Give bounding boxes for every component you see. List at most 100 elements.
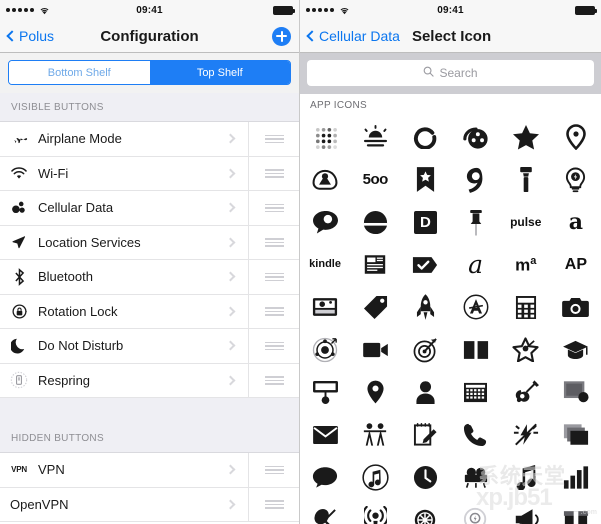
list-item[interactable]: Airplane Mode [0, 121, 299, 157]
dot-grid-icon[interactable] [300, 116, 350, 159]
list-item[interactable]: OpenVPN [0, 487, 299, 522]
speech-pin-icon[interactable] [300, 201, 350, 244]
spinner-arc-icon[interactable] [400, 116, 450, 159]
gear-sun-icon[interactable] [400, 499, 450, 524]
map-pin-outline-icon[interactable] [551, 116, 601, 159]
polaroid-camera-icon[interactable] [300, 286, 350, 329]
music-note-icon[interactable] [501, 456, 551, 499]
segment-top-shelf[interactable]: Top Shelf [149, 61, 290, 84]
back-button[interactable]: Cellular Data [306, 28, 400, 44]
chevron-right-icon [225, 375, 236, 386]
rocket-icon[interactable] [400, 286, 450, 329]
megaphone-icon[interactable] [501, 499, 551, 524]
list-item[interactable]: Bluetooth [0, 259, 299, 295]
music-circle-icon[interactable] [350, 456, 400, 499]
chevron-right-icon [225, 306, 236, 317]
kindle-icon[interactable]: kindle [300, 244, 350, 287]
star-icon[interactable] [501, 116, 551, 159]
pulse-icon[interactable]: pulse [501, 201, 551, 244]
letter-a-script-icon[interactable]: a [451, 244, 501, 287]
list-item[interactable]: Respring [0, 363, 299, 398]
apple-mountain-icon[interactable] [300, 159, 350, 202]
500px-icon[interactable]: 5oo [350, 159, 400, 202]
speech-bubble-icon[interactable] [300, 456, 350, 499]
add-button[interactable] [272, 26, 291, 46]
letter-d-icon[interactable]: D [400, 201, 450, 244]
search-input[interactable]: Search [307, 60, 594, 86]
newspaper-icon[interactable] [350, 244, 400, 287]
sunset-icon[interactable] [350, 116, 400, 159]
camera-icon[interactable] [551, 286, 601, 329]
chevron-right-icon [225, 499, 236, 510]
shelf-segmented-control[interactable]: Bottom Shelf Top Shelf [8, 60, 291, 85]
reorder-handle[interactable] [249, 465, 299, 474]
segment-bottom-shelf[interactable]: Bottom Shelf [9, 61, 150, 84]
notepad-pencil-icon[interactable] [400, 414, 450, 457]
lightning-slash-icon[interactable] [501, 414, 551, 457]
nine-swirl-icon[interactable] [451, 159, 501, 202]
reorder-handle[interactable] [249, 272, 299, 281]
atom-icon[interactable] [300, 329, 350, 372]
reorder-handle[interactable] [249, 203, 299, 212]
sketch-star-icon[interactable] [501, 329, 551, 372]
film-reel-icon[interactable] [451, 116, 501, 159]
phone-handset-icon[interactable] [451, 414, 501, 457]
open-book-icon[interactable] [451, 329, 501, 372]
stacked-photos-icon[interactable] [551, 414, 601, 457]
search-bulb-icon[interactable] [451, 499, 501, 524]
back-button[interactable]: Polus [6, 28, 54, 44]
bulb-location-icon[interactable] [551, 159, 601, 202]
list-item[interactable]: Location Services [0, 225, 299, 260]
calendar-icon[interactable] [451, 371, 501, 414]
guitar-icon[interactable] [501, 371, 551, 414]
reorder-handle[interactable] [249, 341, 299, 350]
list-item[interactable]: Cellular Data [0, 190, 299, 226]
target-arrow-icon[interactable] [400, 329, 450, 372]
chevron-right-icon [225, 202, 236, 213]
reorder-handle[interactable] [249, 238, 299, 247]
reorder-handle[interactable] [249, 134, 299, 143]
clock-circle-icon[interactable] [400, 456, 450, 499]
movie-projector-icon[interactable] [451, 456, 501, 499]
ap-icon[interactable]: AP [551, 244, 601, 287]
pushpin-icon[interactable] [451, 201, 501, 244]
bookmark-star-icon[interactable] [400, 159, 450, 202]
box-icon[interactable] [551, 499, 601, 524]
graduation-cap-icon[interactable] [551, 329, 601, 372]
badminton-icon[interactable] [300, 499, 350, 524]
status-time: 09:41 [136, 4, 163, 16]
reorder-handle[interactable] [249, 500, 299, 509]
helmet-icon[interactable] [350, 201, 400, 244]
segmented-control-wrap: Bottom Shelf Top Shelf [0, 53, 299, 93]
ma-icon[interactable]: ma [501, 244, 551, 287]
chevron-right-icon [225, 340, 236, 351]
chevron-right-icon [225, 464, 236, 475]
bar-chart-icon[interactable] [551, 456, 601, 499]
photo-frame-icon[interactable] [551, 371, 601, 414]
right-screen: 09:41 Cellular Data Select Icon Search A… [300, 0, 601, 524]
list-item[interactable]: Do Not Disturb [0, 328, 299, 364]
list-item[interactable]: Rotation Lock [0, 294, 299, 329]
section-header-hidden-buttons: HIDDEN BUTTONS [0, 424, 299, 453]
app-icon-grid: 5oo D pulse a kindle a ma AP [300, 116, 601, 524]
list-item[interactable]: Wi-Fi [0, 156, 299, 191]
reorder-handle[interactable] [249, 307, 299, 316]
app-store-icon[interactable] [451, 286, 501, 329]
person-icon[interactable] [400, 371, 450, 414]
amazon-icon[interactable]: a [551, 201, 601, 244]
back-button-label: Cellular Data [319, 28, 400, 44]
check-tag-icon[interactable] [400, 244, 450, 287]
presentation-icon[interactable] [300, 371, 350, 414]
map-pin-filled-icon[interactable] [350, 371, 400, 414]
price-tag-icon[interactable] [350, 286, 400, 329]
two-people-icon[interactable] [350, 414, 400, 457]
video-camera-icon[interactable] [350, 329, 400, 372]
reorder-handle[interactable] [249, 376, 299, 385]
list-item[interactable]: VPN VPN [0, 452, 299, 488]
reorder-handle[interactable] [249, 169, 299, 178]
calculator-icon[interactable] [501, 286, 551, 329]
envelope-icon[interactable] [300, 414, 350, 457]
chevron-right-icon [225, 271, 236, 282]
flashlight-icon[interactable] [501, 159, 551, 202]
podcast-icon[interactable] [350, 499, 400, 524]
